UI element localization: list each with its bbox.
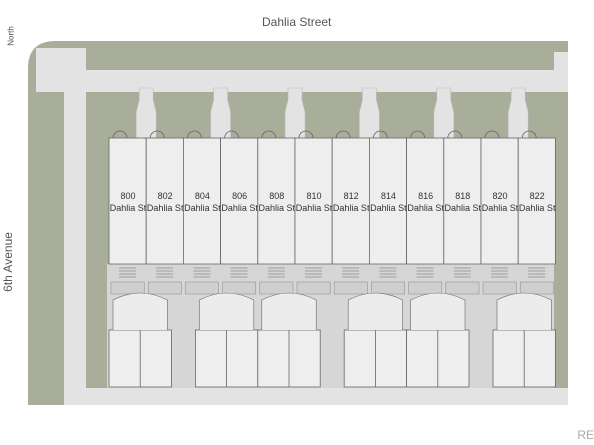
- garage-pair: [343, 292, 408, 388]
- unit-label-818: 818 Dahlia St: [444, 190, 482, 214]
- watermark-text: REc: [577, 428, 594, 442]
- sidewalk-corner-nw: [36, 48, 86, 92]
- patio-818: [445, 281, 480, 295]
- front-walkway: [507, 87, 529, 139]
- unit-label-822: 822 Dahlia St: [519, 190, 556, 214]
- garage-pair: [492, 292, 556, 388]
- unit-street: Dahlia St: [146, 203, 184, 213]
- street-label-dahlia: Dahlia Street: [262, 15, 332, 29]
- garage-driveway: [347, 292, 403, 330]
- unit-number: 820: [492, 191, 508, 201]
- sidewalk-corner-ne: [554, 52, 568, 92]
- site-plan-map: Dahlia Street 6th Avenue North REc 800 Da…: [0, 0, 594, 445]
- unit-number: 808: [269, 191, 285, 201]
- unit-label-810: 810 Dahlia St: [296, 190, 333, 214]
- unit-street: Dahlia St: [258, 203, 296, 213]
- unit-street: Dahlia St: [109, 203, 147, 213]
- unit-label-800: 800 Dahlia St: [110, 190, 147, 214]
- unit-number: 822: [529, 191, 545, 201]
- unit-street: Dahlia St: [221, 203, 258, 213]
- north-indicator-label: North: [6, 26, 16, 46]
- unit-street: Dahlia St: [184, 203, 221, 213]
- patio-814: [371, 281, 405, 295]
- garage-pair: [108, 292, 172, 388]
- unit-number: 818: [455, 191, 471, 201]
- unit-label-812: 812 Dahlia St: [333, 190, 370, 214]
- patio-816: [408, 281, 443, 295]
- patio-804: [185, 281, 219, 295]
- unit-number: 804: [194, 191, 210, 201]
- unit-street: Dahlia St: [444, 203, 482, 213]
- garage-driveway: [410, 292, 466, 330]
- patio-802: [147, 281, 182, 295]
- unit-number: 806: [232, 191, 248, 201]
- front-walkway: [135, 87, 157, 139]
- garage-pair: [194, 292, 259, 388]
- sidewalk-south: [86, 388, 568, 405]
- unit-label-814: 814 Dahlia St: [370, 190, 407, 214]
- front-walkway: [210, 87, 231, 139]
- unit-number: 800: [120, 191, 136, 201]
- unit-street: Dahlia St: [332, 203, 370, 213]
- garage-pair: [257, 292, 321, 388]
- front-walkway: [359, 87, 380, 139]
- patio-808: [259, 281, 294, 295]
- unit-number: 812: [343, 191, 359, 201]
- garage-driveway: [261, 292, 317, 330]
- patio-822: [519, 281, 554, 295]
- unit-street: Dahlia St: [370, 203, 407, 213]
- patio-800: [110, 281, 145, 295]
- unit-label-804: 804 Dahlia St: [184, 190, 221, 214]
- street-label-6th-avenue: 6th Avenue: [1, 232, 15, 292]
- unit-label-820: 820 Dahlia St: [482, 190, 519, 214]
- patio-820: [482, 281, 517, 295]
- unit-number: 816: [418, 191, 434, 201]
- front-walkway: [433, 87, 455, 139]
- patio-812: [333, 281, 368, 295]
- unit-number: 802: [157, 191, 173, 201]
- unit-street: Dahlia St: [518, 203, 556, 213]
- patio-810: [296, 281, 331, 295]
- unit-street: Dahlia St: [407, 203, 444, 213]
- garage-driveway: [199, 292, 255, 330]
- unit-label-802: 802 Dahlia St: [147, 190, 184, 214]
- patio-806: [222, 281, 257, 295]
- sidewalk-6th-avenue: [64, 48, 86, 405]
- site-plan-drawing: [28, 41, 568, 405]
- unit-street: Dahlia St: [295, 203, 333, 213]
- unit-label-808: 808 Dahlia St: [258, 190, 296, 214]
- unit-street: Dahlia St: [481, 203, 519, 213]
- garage-driveway: [496, 292, 552, 330]
- front-walkway: [284, 87, 306, 139]
- unit-number: 810: [306, 191, 322, 201]
- garage-driveway: [112, 292, 168, 330]
- garage-pair: [406, 292, 470, 388]
- unit-label-806: 806 Dahlia St: [221, 190, 258, 214]
- unit-number: 814: [380, 191, 396, 201]
- unit-label-816: 816 Dahlia St: [407, 190, 444, 214]
